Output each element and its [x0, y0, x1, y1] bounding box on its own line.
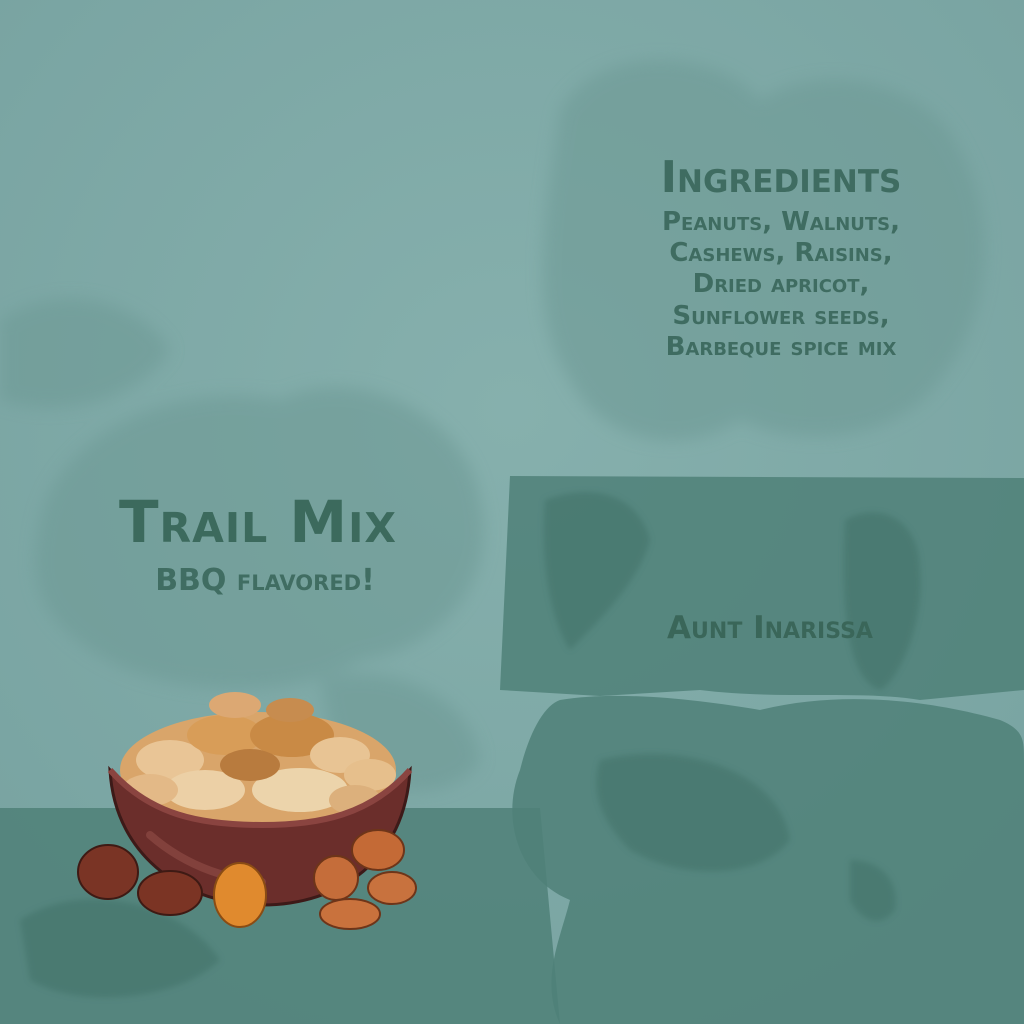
ingredients-heading: Ingredients — [660, 152, 902, 203]
ingredients-list: Peanuts, Walnuts, Cashews, Raisins, Drie… — [600, 207, 962, 363]
ingredient-line: Peanuts, Walnuts, — [661, 207, 900, 237]
product-title: Trail Mix — [118, 488, 398, 556]
ingredient-line: Dried apricot, — [692, 269, 870, 300]
author-name: Aunt Inarissa — [667, 610, 873, 646]
ingredient-line: Sunflower seeds, — [672, 300, 890, 331]
cloud-shape — [512, 695, 1024, 1024]
ingredient-line: Cashews, Raisins, — [669, 238, 893, 269]
ingredient-line: Barbeque spice mix — [665, 331, 897, 362]
product-subtitle: BBQ flavored! — [155, 563, 375, 598]
